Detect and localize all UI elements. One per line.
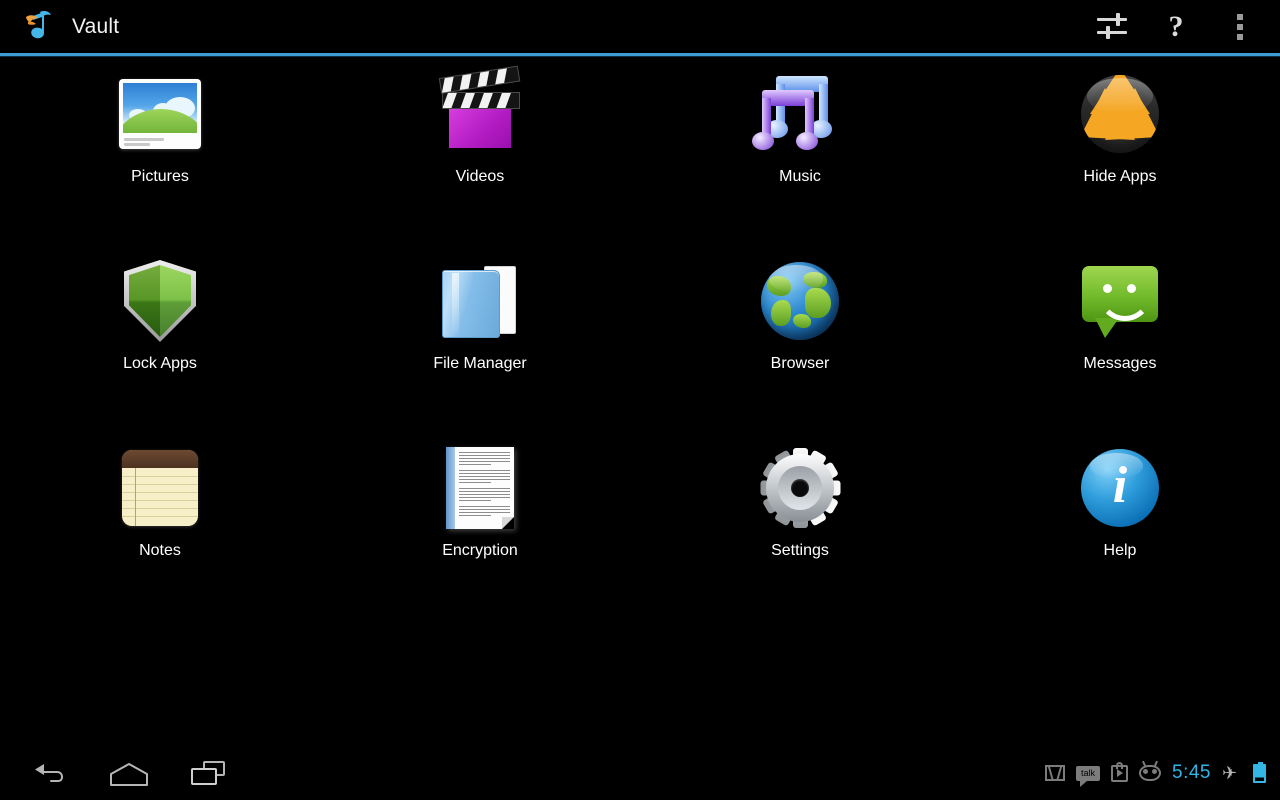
talk-icon[interactable]: talk xyxy=(1076,765,1101,787)
notes-notepad-icon xyxy=(114,442,206,534)
app-label: Encryption xyxy=(442,542,518,559)
overflow-dots-icon xyxy=(1237,13,1243,40)
app-item-lock-apps[interactable]: Lock Apps xyxy=(60,255,260,442)
back-button[interactable] xyxy=(8,746,88,800)
question-mark-icon: ? xyxy=(1168,9,1184,43)
app-item-file-manager[interactable]: File Manager xyxy=(380,255,580,442)
app-label: Music xyxy=(779,168,821,185)
encryption-document-icon xyxy=(434,442,526,534)
app-label: Notes xyxy=(139,542,181,559)
system-navigation-bar: talk 5:45 ✈ xyxy=(0,746,1280,800)
home-button[interactable] xyxy=(88,746,168,800)
file-manager-folder-icon xyxy=(434,255,526,347)
status-clock[interactable]: 5:45 xyxy=(1172,762,1211,784)
browser-globe-icon xyxy=(754,255,846,347)
cyanogenmod-icon[interactable] xyxy=(1139,760,1162,781)
settings-gear-icon xyxy=(754,442,846,534)
app-item-messages[interactable]: Messages xyxy=(1020,255,1220,442)
app-item-hide-apps[interactable]: Hide Apps xyxy=(1020,68,1220,255)
app-label: Pictures xyxy=(131,168,189,185)
overflow-menu-button[interactable] xyxy=(1208,0,1272,53)
back-arrow-icon xyxy=(31,763,65,783)
app-label: Messages xyxy=(1083,355,1157,372)
home-icon xyxy=(108,761,148,786)
lock-apps-shield-icon xyxy=(114,255,206,347)
app-item-videos[interactable]: Videos xyxy=(380,65,580,255)
action-bar: Vault ? xyxy=(0,0,1280,53)
battery-icon[interactable] xyxy=(1253,761,1266,783)
status-tray[interactable]: talk 5:45 ✈ xyxy=(1045,760,1266,787)
app-label: Lock Apps xyxy=(123,355,197,372)
app-label: Settings xyxy=(771,542,829,559)
pictures-icon xyxy=(114,68,206,160)
app-label: Videos xyxy=(455,168,505,185)
app-item-notes[interactable]: Notes xyxy=(60,442,260,629)
messages-bubble-icon xyxy=(1074,255,1166,347)
app-label: File Manager xyxy=(433,355,527,372)
hide-apps-burn-icon xyxy=(1074,68,1166,160)
airplane-mode-icon[interactable]: ✈ xyxy=(1222,764,1242,782)
app-item-help[interactable]: i Help xyxy=(1020,442,1220,629)
app-grid: Pictures Videos Music Hide Apps Lock App… xyxy=(0,56,1280,746)
app-label: Help xyxy=(1103,542,1137,559)
settings-sliders-button[interactable] xyxy=(1080,0,1144,53)
app-item-settings[interactable]: Settings xyxy=(700,442,900,629)
help-info-icon: i xyxy=(1074,442,1166,534)
app-item-music[interactable]: Music xyxy=(700,68,900,255)
videos-clapperboard-icon xyxy=(434,65,526,160)
recent-apps-icon xyxy=(191,761,225,785)
app-item-pictures[interactable]: Pictures xyxy=(60,68,260,255)
music-notes-icon xyxy=(752,68,846,160)
app-logo-icon xyxy=(18,6,60,48)
app-item-browser[interactable]: Browser xyxy=(700,255,900,442)
app-label: Hide Apps xyxy=(1083,168,1157,185)
app-item-encryption[interactable]: Encryption xyxy=(380,442,580,629)
sliders-icon xyxy=(1097,12,1127,40)
app-label: Browser xyxy=(770,355,830,372)
play-store-icon[interactable] xyxy=(1111,761,1129,782)
gmail-icon[interactable] xyxy=(1045,765,1066,781)
help-button[interactable]: ? xyxy=(1144,0,1208,53)
app-title: Vault xyxy=(72,14,120,38)
recent-apps-button[interactable] xyxy=(168,746,248,800)
